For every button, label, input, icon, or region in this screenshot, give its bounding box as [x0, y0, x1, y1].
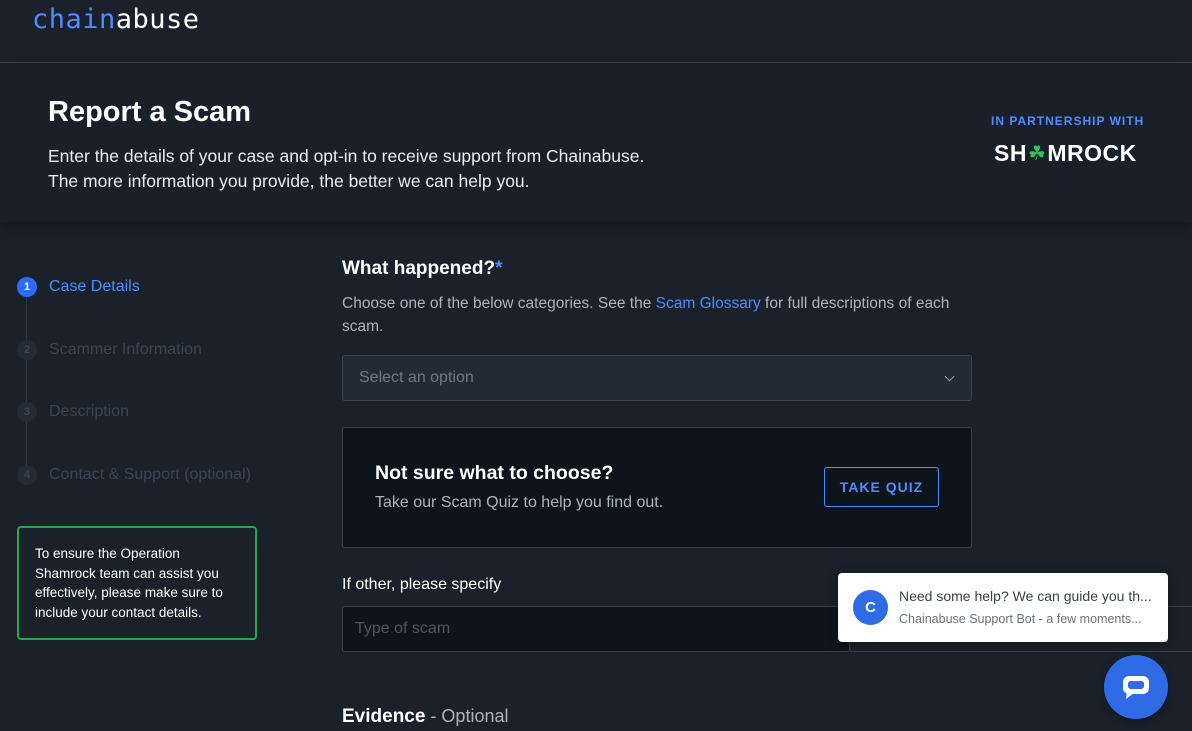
- evidence-title: Evidence: [342, 706, 426, 727]
- step-number: 4: [17, 465, 37, 485]
- step-label: Contact & Support (optional): [49, 466, 251, 483]
- stepper-line: [26, 297, 27, 475]
- step-number: 2: [17, 340, 37, 360]
- chat-message-popup[interactable]: C Need some help? We can guide you th...…: [838, 573, 1168, 642]
- logo-part-abuse: abuse: [115, 4, 200, 35]
- step-contact-support[interactable]: 4 Contact & Support (optional): [17, 465, 251, 485]
- required-mark: *: [495, 258, 503, 279]
- step-number: 3: [17, 402, 37, 422]
- chevron-down-icon: [944, 371, 955, 381]
- chat-message-meta: Chainabuse Support Bot - a few moments..…: [899, 612, 1142, 626]
- page-subtitle: Enter the details of your case and opt-i…: [48, 144, 748, 194]
- quiz-title: Not sure what to choose?: [375, 462, 614, 484]
- step-case-details[interactable]: 1 Case Details: [17, 277, 140, 297]
- step-scammer-information[interactable]: 2 Scammer Information: [17, 340, 202, 360]
- page-title: Report a Scam: [48, 96, 252, 128]
- type-of-scam-input[interactable]: [342, 606, 850, 652]
- scam-quiz-card: Not sure what to choose? Take our Scam Q…: [342, 427, 972, 548]
- chainabuse-logo[interactable]: chainabuse: [32, 4, 200, 35]
- what-happened-heading: What happened?*: [342, 258, 502, 280]
- step-label: Description: [49, 403, 130, 420]
- select-placeholder: Select an option: [359, 369, 474, 386]
- shamrock-logo-text-end: MROCK: [1047, 140, 1137, 166]
- clover-icon: ☘: [1027, 143, 1047, 165]
- partnership-label: IN PARTNERSHIP WITH: [991, 114, 1145, 128]
- step-number: 1: [17, 277, 37, 297]
- what-happened-title: What happened?: [342, 258, 496, 279]
- scam-glossary-link[interactable]: Scam Glossary: [656, 295, 761, 312]
- step-label: Case Details: [49, 278, 140, 295]
- other-specify-label: If other, please specify: [342, 576, 502, 593]
- evidence-heading: Evidence - Optional: [342, 706, 508, 728]
- shamrock-logo-text-start: SH: [994, 140, 1027, 166]
- evidence-optional-label: - Optional: [425, 706, 509, 726]
- page-subtitle-line-1: Enter the details of your case and opt-i…: [48, 146, 645, 166]
- chat-launcher-button[interactable]: [1104, 655, 1168, 719]
- take-quiz-button[interactable]: TAKE QUIZ: [824, 467, 939, 507]
- step-description[interactable]: 3 Description: [17, 402, 129, 422]
- shamrock-logo: SH ☘ MROCK: [994, 140, 1137, 167]
- chat-message-preview: Need some help? We can guide you th...: [899, 588, 1152, 604]
- chat-bubble-icon: [1123, 676, 1149, 699]
- contact-details-notice: To ensure the Operation Shamrock team ca…: [17, 526, 257, 640]
- page-header: Report a Scam Enter the details of your …: [0, 64, 1192, 222]
- support-bot-avatar: C: [853, 590, 888, 625]
- top-navbar: chainabuse: [0, 0, 1192, 63]
- scam-category-select[interactable]: Select an option: [342, 355, 972, 401]
- logo-part-chain: chain: [32, 4, 116, 35]
- what-happened-description: Choose one of the below categories. See …: [342, 292, 972, 338]
- quiz-subtitle: Take our Scam Quiz to help you find out.: [375, 494, 664, 511]
- description-text-start: Choose one of the below categories. See …: [342, 295, 656, 312]
- page-subtitle-line-2: The more information you provide, the be…: [48, 171, 530, 191]
- step-label: Scammer Information: [49, 341, 202, 358]
